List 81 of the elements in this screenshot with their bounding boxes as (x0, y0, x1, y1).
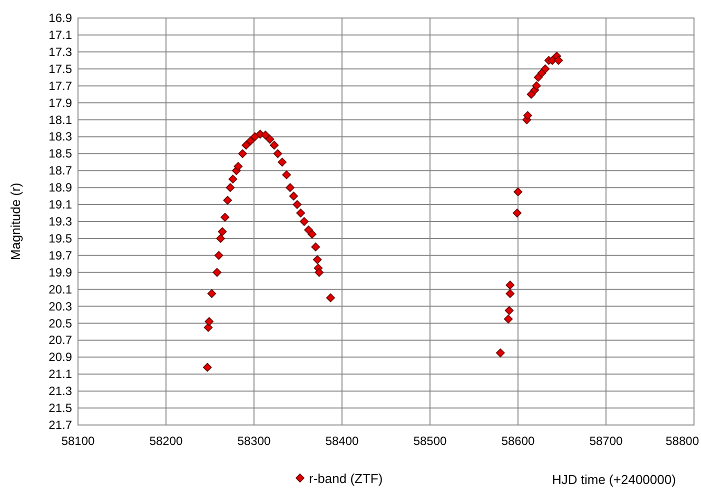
data-point (326, 293, 336, 302)
data-point (554, 56, 564, 65)
y-tick-label: 18.7 (48, 164, 72, 178)
data-point (228, 174, 238, 184)
data-point (265, 134, 274, 144)
data-point (216, 234, 226, 244)
data-point (226, 183, 235, 192)
data-point (212, 268, 222, 277)
x-tick-label: 58300 (237, 434, 271, 448)
x-tick-label: 58700 (589, 434, 623, 448)
data-point (260, 130, 270, 140)
y-tick-label: 19.7 (48, 248, 72, 262)
data-point (207, 289, 216, 298)
y-tick-label: 16.9 (48, 11, 72, 25)
data-point (273, 149, 282, 158)
data-point (314, 268, 324, 277)
y-tick-label: 19.9 (48, 265, 72, 280)
data-point (202, 362, 212, 372)
data-point (506, 289, 515, 298)
y-tick-label: 18.3 (48, 130, 72, 144)
data-point (532, 81, 542, 90)
data-point (223, 196, 232, 205)
data-point (311, 242, 320, 252)
x-tick-label: 58200 (149, 434, 183, 448)
legend-label: r-band (ZTF) (309, 471, 383, 486)
y-tick-label: 19.1 (48, 198, 72, 212)
data-point (312, 255, 322, 264)
data-point (289, 192, 298, 201)
y-tick-label: 21.3 (48, 384, 72, 398)
data-point (300, 216, 309, 226)
data-point (282, 170, 292, 180)
x-tick-label: 58600 (501, 434, 535, 448)
x-tick-label: 58800 (666, 434, 699, 448)
data-point (526, 90, 536, 99)
data-point (496, 348, 505, 358)
y-tick-label: 20.1 (48, 282, 72, 296)
data-point (204, 316, 214, 326)
y-tick-label: 20.5 (48, 316, 72, 330)
y-tick-label: 19.3 (48, 214, 72, 228)
x-tick-label: 58400 (325, 434, 359, 448)
data-point (504, 314, 513, 324)
data-point (242, 140, 251, 150)
y-tick-label: 18.1 (48, 112, 72, 127)
y-tick-label: 17.9 (48, 96, 72, 110)
y-tick-label: 21.5 (48, 401, 72, 416)
y-tick-label: 21.7 (48, 418, 72, 432)
y-tick-label: 20.7 (48, 333, 72, 348)
data-point (218, 227, 227, 236)
y-tick-label: 20.9 (48, 350, 72, 364)
data-point (308, 230, 317, 239)
data-point (214, 250, 224, 260)
y-tick-label: 17.1 (48, 28, 72, 42)
y-tick-label: 20.3 (48, 299, 72, 314)
data-point (220, 212, 230, 222)
data-point (286, 183, 295, 192)
data-point (523, 110, 532, 120)
y-tick-label: 17.7 (48, 78, 72, 93)
legend-marker (295, 473, 305, 483)
data-point (504, 306, 514, 316)
y-tick-label: 21.1 (48, 367, 72, 382)
data-point (278, 158, 287, 167)
data-point (238, 149, 248, 158)
y-tick-label: 17.3 (48, 44, 72, 59)
data-point (512, 208, 522, 218)
data-point (270, 140, 279, 150)
x-axis-title: HJD time (+2400000) (552, 472, 676, 487)
data-point (304, 225, 314, 235)
data-point (540, 64, 550, 74)
data-point (246, 136, 256, 146)
data-point (506, 280, 515, 290)
data-point (513, 187, 523, 196)
y-tick-label: 19.5 (48, 231, 72, 246)
x-tick-label: 58500 (413, 434, 447, 448)
x-tick-label: 58100 (61, 434, 95, 448)
y-tick-label: 18.9 (48, 180, 72, 195)
y-tick-label: 17.5 (48, 62, 72, 76)
data-point (296, 208, 306, 218)
y-axis-title: Magnitude (r) (8, 182, 23, 260)
data-point (234, 162, 243, 171)
data-point (292, 200, 302, 210)
y-tick-label: 18.5 (48, 146, 72, 161)
